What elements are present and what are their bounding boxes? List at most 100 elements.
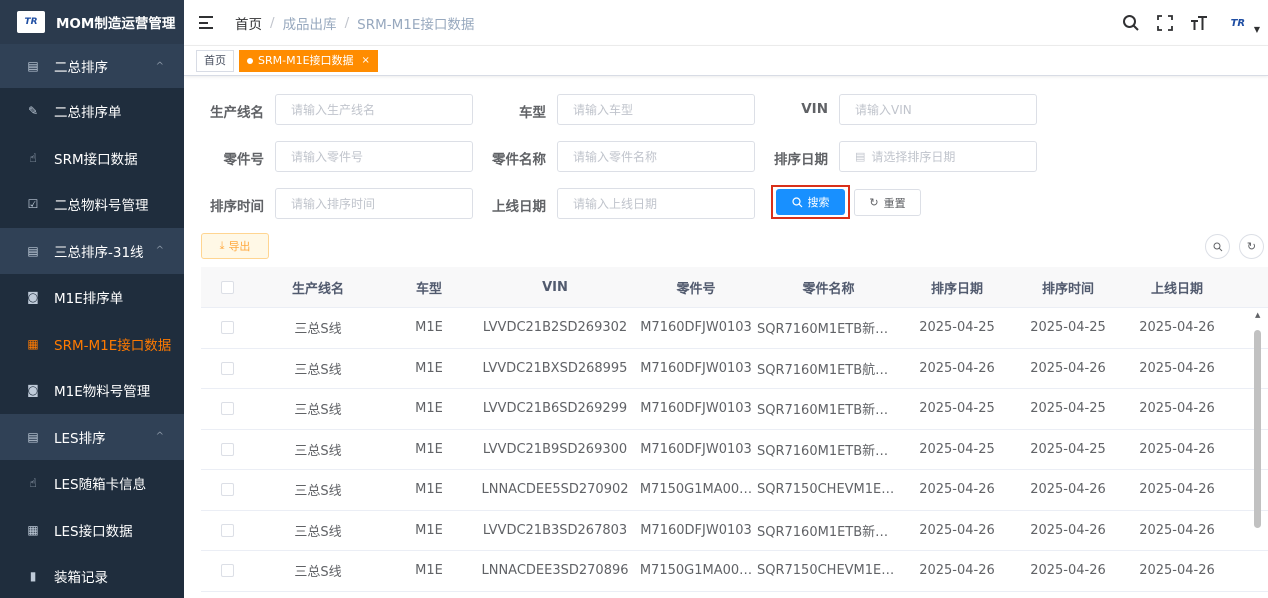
column-header[interactable]: 上线日期: [1122, 278, 1232, 297]
sidebar-item[interactable]: ✎ 二总排序单: [0, 88, 184, 135]
column-header[interactable]: 排序日期: [900, 278, 1014, 297]
online-date-placeholder: 请输入上线日期: [573, 197, 658, 211]
sidebar-item[interactable]: ▤ 三总排序-31线 ^: [0, 228, 184, 275]
search-button[interactable]: 搜索: [776, 189, 845, 215]
sidebar-item[interactable]: ☝ LES随箱卡信息: [0, 460, 184, 507]
table-cell: SQR7160M1ETB新卡…: [757, 524, 900, 540]
row-checkbox[interactable]: [201, 564, 253, 578]
table-row[interactable]: 三总S线 M1E LVVDC21B6SD269299 M7160DFJW0103 SQR…: [201, 389, 1268, 430]
column-header[interactable]: VIN: [475, 280, 635, 295]
model-input[interactable]: 请输入车型: [557, 94, 755, 125]
tag-srm-m1e[interactable]: SRM-M1E接口数据 ×: [239, 49, 378, 72]
table-cell: SQR7160M1ETB新碳…: [757, 443, 900, 459]
sidebar-item-label: 二总物料号管理: [54, 198, 149, 215]
list-icon: ▤: [27, 429, 39, 444]
tag-home[interactable]: 首页: [196, 49, 234, 72]
table-cell: 三总S线: [294, 443, 342, 459]
tag-label: 首页: [204, 53, 226, 67]
vin-label: VIN: [801, 101, 828, 117]
column-header[interactable]: 零件名称: [757, 278, 900, 297]
reset-button[interactable]: ↻ 重置: [854, 189, 921, 216]
list-icon: ▤: [27, 243, 39, 258]
table-row[interactable]: 三总S线 M1E LVVDC21B3SD267803 M7160DFJW0103 SQR…: [201, 511, 1268, 551]
close-icon[interactable]: ×: [362, 51, 370, 71]
table-row[interactable]: 三总S线 M1E LNNACDEE5SD270902 M7150G1MA00… SQR7…: [201, 470, 1268, 511]
part-name-placeholder: 请输入零件名称: [573, 150, 658, 164]
sidebar-item[interactable]: ◙ M1E物料号管理: [0, 367, 184, 414]
part-no-label: 零件号: [223, 152, 265, 168]
online-date-input[interactable]: 请输入上线日期: [557, 188, 755, 219]
table-cell: M7150G1MA00…: [639, 563, 753, 579]
table-row[interactable]: 三总S线 M1E LVVDC21B9SD269300 M7160DFJW0103 SQR…: [201, 430, 1268, 470]
line-name-input[interactable]: 请输入生产线名: [275, 94, 473, 125]
caret-down-icon[interactable]: ▼: [1254, 25, 1260, 34]
table-cell: LVVDC21B6SD269299: [482, 401, 628, 417]
scroll-up-icon[interactable]: ▲: [1255, 311, 1260, 319]
row-checkbox[interactable]: [201, 402, 253, 416]
sort-date-picker[interactable]: ▤ 请选择排序日期: [839, 141, 1037, 172]
sidebar: TR MOM制造运营管理 ▤ 二总排序 ^ ✎ 二总排序单 ☝ SRM接口数据 ☑ 二总物料号管…: [0, 0, 184, 598]
sidebar-item[interactable]: ▦ LES接口数据: [0, 506, 184, 553]
search-icon: [1213, 242, 1222, 251]
sidebar-item[interactable]: ▤ LES排序 ^: [0, 414, 184, 461]
part-no-input[interactable]: 请输入零件号: [275, 141, 473, 172]
table-cell: 2025-04-25: [919, 441, 995, 457]
sort-date-label: 排序日期: [774, 152, 828, 168]
sidebar-item[interactable]: ▤ 二总排序 ^: [0, 44, 184, 88]
table-cell: 2025-04-26: [1030, 360, 1106, 376]
row-checkbox[interactable]: [201, 523, 253, 537]
column-header[interactable]: 排序时间: [1014, 278, 1122, 297]
table-cell: M1E: [415, 320, 443, 336]
row-checkbox[interactable]: [201, 361, 253, 375]
fullscreen-icon[interactable]: [1152, 12, 1178, 34]
row-checkbox[interactable]: [201, 321, 253, 335]
font-size-icon[interactable]: [1186, 12, 1212, 34]
tags-view: 首页 SRM-M1E接口数据 ×: [184, 46, 1268, 76]
table-cell: 2025-04-25: [1030, 320, 1106, 336]
sidebar-item[interactable]: ☑ 二总物料号管理: [0, 181, 184, 228]
scrollbar-thumb[interactable]: [1254, 330, 1261, 528]
export-button[interactable]: ⤓ 导出: [201, 233, 269, 259]
toggle-search-button[interactable]: [1205, 234, 1230, 259]
line-name-placeholder: 请输入生产线名: [291, 103, 376, 117]
table-cell: SQR7150CHEVM1E0…: [757, 563, 900, 579]
table-row[interactable]: 三总S线 M1E LVVDC21BXSD268995 M7160DFJW0103 SQR…: [201, 349, 1268, 389]
table-cell: 2025-04-26: [1139, 563, 1215, 579]
select-all-checkbox[interactable]: [201, 280, 253, 294]
sidebar-item[interactable]: ▦ SRM-M1E接口数据: [0, 320, 184, 367]
sort-date-placeholder: 请选择排序日期: [871, 150, 956, 164]
avatar[interactable]: TR: [1222, 13, 1254, 33]
hamburger-icon[interactable]: [199, 16, 213, 29]
table-cell: LNNACDEE5SD270902: [481, 482, 629, 498]
sidebar-item[interactable]: ☝ SRM接口数据: [0, 134, 184, 181]
breadcrumb-separator: /: [270, 14, 275, 31]
column-header[interactable]: 生产线名: [253, 278, 383, 297]
table-cell: M7160DFJW0103: [640, 522, 752, 538]
sort-time-label: 排序时间: [210, 199, 264, 215]
sort-time-input[interactable]: 请输入排序时间: [275, 188, 473, 219]
table-cell: LVVDC21B3SD267803: [482, 522, 628, 538]
table-cell: 2025-04-26: [919, 563, 995, 579]
sidebar-item[interactable]: ◙ M1E排序单: [0, 274, 184, 321]
table-icon: ▦: [27, 336, 39, 351]
breadcrumb-item-finished-goods[interactable]: 成品出库: [283, 13, 337, 33]
row-checkbox[interactable]: [201, 442, 253, 456]
column-header[interactable]: 车型: [383, 278, 475, 297]
breadcrumb-item-home[interactable]: 首页: [235, 13, 262, 33]
column-header[interactable]: 零件号: [635, 278, 757, 297]
refresh-table-button[interactable]: ↻: [1239, 234, 1264, 259]
table-row[interactable]: 三总S线 M1E LNNACDEE3SD270896 M7150G1MA00… SQR7…: [201, 551, 1268, 592]
table-cell: M7160DFJW0103: [640, 320, 752, 336]
list-icon: ▤: [27, 59, 39, 73]
table-row[interactable]: 三总S线 M1E LVVDC21B2SD269302 M7160DFJW0103 SQR…: [201, 308, 1268, 349]
vin-input[interactable]: 请输入VIN: [839, 94, 1037, 125]
row-checkbox[interactable]: [201, 483, 253, 497]
brand-logo: TR: [17, 11, 45, 33]
table-header: 生产线名 车型 VIN 零件号 零件名称 排序日期 排序时间 上线日期: [201, 267, 1268, 308]
part-name-input[interactable]: 请输入零件名称: [557, 141, 755, 172]
tag-label: SRM-M1E接口数据: [258, 53, 354, 67]
hand-pointer-icon: ☝: [29, 476, 37, 491]
sidebar-menu: ▤ 二总排序 ^ ✎ 二总排序单 ☝ SRM接口数据 ☑ 二总物料号管理 ▤ 三总排序-31线 ^ ◙ M…: [0, 44, 184, 598]
search-icon[interactable]: [1118, 12, 1144, 34]
sidebar-item[interactable]: ▮ 装箱记录: [0, 553, 184, 598]
